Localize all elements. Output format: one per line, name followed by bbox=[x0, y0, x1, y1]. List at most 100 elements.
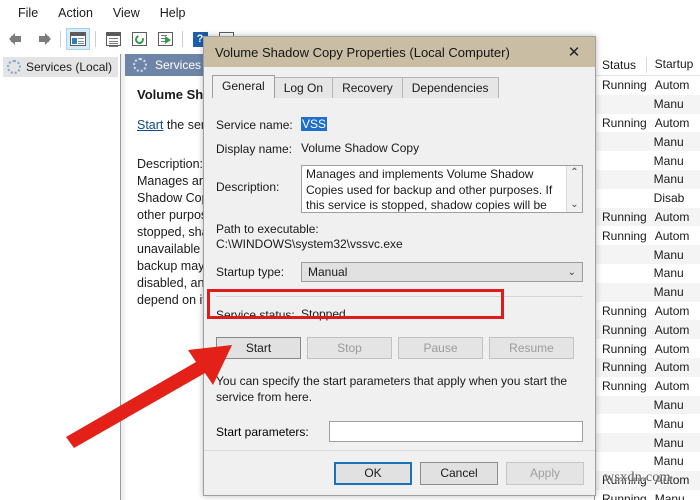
show-hide-console-tree-button[interactable] bbox=[66, 28, 90, 50]
menu-item-action[interactable]: Action bbox=[48, 2, 103, 24]
pause-button: Pause bbox=[398, 337, 483, 359]
services-list-rows: Running Autom Manu Running Autom Manu Manu Manu… bbox=[596, 76, 700, 500]
cell-startup: Autom bbox=[654, 78, 690, 93]
description-scrollbar[interactable]: ⌃ ⌄ bbox=[566, 166, 582, 212]
service-control-buttons: Start Stop Pause Resume bbox=[216, 337, 583, 359]
start-button[interactable]: Start bbox=[216, 337, 301, 359]
table-row[interactable]: Manu bbox=[596, 282, 700, 302]
start-parameters-input[interactable] bbox=[329, 421, 583, 442]
path-to-executable-value: C:\WINDOWS\system32\vssvc.exe bbox=[216, 237, 403, 251]
cell-status: Running bbox=[602, 360, 647, 375]
tab-recovery[interactable]: Recovery bbox=[332, 77, 403, 98]
scroll-down-icon[interactable]: ⌄ bbox=[570, 200, 578, 210]
menu-item-help[interactable]: Help bbox=[150, 2, 196, 24]
start-parameters-hint: You can specify the start parameters tha… bbox=[216, 374, 568, 404]
cell-startup: Autom bbox=[654, 115, 690, 130]
table-row[interactable]: Running Autom bbox=[596, 377, 700, 396]
cell-status: Running bbox=[602, 379, 647, 394]
cell-startup: Autom bbox=[654, 360, 690, 375]
cell-status: Running bbox=[602, 228, 647, 243]
refresh-button[interactable] bbox=[127, 28, 151, 50]
table-row[interactable]: Manu bbox=[596, 452, 700, 471]
table-row[interactable]: Manu bbox=[596, 245, 700, 264]
table-row[interactable]: Manu bbox=[596, 132, 700, 152]
apply-button: Apply bbox=[506, 461, 584, 485]
dialog-tabs: General Log On Recovery Dependencies bbox=[212, 75, 595, 98]
menu-item-view[interactable]: View bbox=[103, 2, 150, 24]
cell-startup: Manu bbox=[653, 266, 684, 281]
cell-startup: Autom bbox=[654, 209, 690, 224]
startup-type-label: Startup type: bbox=[216, 265, 285, 279]
description-text: Manages and implements Volume Shadow Cop… bbox=[306, 167, 553, 212]
cancel-button[interactable]: Cancel bbox=[420, 461, 498, 485]
cell-startup: Manu bbox=[653, 172, 684, 187]
tab-general[interactable]: General bbox=[212, 75, 275, 98]
table-row[interactable]: Running Autom bbox=[596, 302, 700, 321]
properties-icon bbox=[105, 32, 121, 47]
cell-startup: Disab bbox=[653, 191, 685, 206]
forward-button[interactable] bbox=[31, 28, 55, 50]
watermark: wsxdn.com bbox=[604, 470, 671, 485]
column-header-status[interactable]: Status bbox=[596, 58, 646, 72]
menu-item-file[interactable]: File bbox=[8, 2, 48, 24]
service-name-value[interactable]: VSS bbox=[301, 117, 328, 131]
table-row[interactable]: Running Autom bbox=[596, 207, 700, 227]
service-properties-dialog: Volume Shadow Copy Properties (Local Com… bbox=[203, 36, 596, 496]
table-row[interactable]: Disab bbox=[596, 189, 700, 208]
cell-startup: Manu bbox=[653, 397, 684, 412]
tree-item-label: Services (Local) bbox=[26, 60, 113, 74]
refresh-icon bbox=[131, 32, 147, 46]
table-row[interactable]: Running Autom bbox=[596, 114, 700, 133]
toolbar-separator-1 bbox=[60, 31, 61, 47]
service-status-section: Service status: Stopped bbox=[207, 289, 583, 322]
start-parameters-row: Start parameters: bbox=[216, 421, 583, 442]
cell-startup: Autom bbox=[654, 341, 690, 356]
tab-dependencies[interactable]: Dependencies bbox=[401, 77, 499, 98]
table-row[interactable]: Manu bbox=[596, 169, 700, 189]
service-status-value: Stopped bbox=[301, 307, 346, 321]
tab-log-on[interactable]: Log On bbox=[273, 77, 334, 98]
cell-startup: Manu bbox=[654, 491, 685, 500]
column-header-startup[interactable]: Startup bbox=[645, 56, 700, 73]
dialog-title-bar[interactable]: Volume Shadow Copy Properties (Local Com… bbox=[204, 37, 595, 67]
service-name-value-wrap: VSS bbox=[301, 117, 583, 131]
cell-startup: Manu bbox=[653, 435, 684, 450]
table-row[interactable]: Manu bbox=[596, 264, 700, 283]
cell-startup: Manu bbox=[653, 134, 684, 149]
cell-startup: Manu bbox=[653, 454, 684, 469]
close-icon[interactable]: ✕ bbox=[553, 37, 595, 67]
detail-start-link[interactable]: Start bbox=[137, 118, 163, 132]
table-row[interactable]: Manu bbox=[596, 433, 700, 452]
screen: File Action View Help ? Services (Local)… bbox=[0, 0, 700, 500]
table-row[interactable]: Running Autom bbox=[596, 76, 700, 95]
scroll-up-icon[interactable]: ⌃ bbox=[570, 168, 578, 178]
table-row[interactable]: Running Manu bbox=[596, 490, 700, 500]
dialog-body: Service name: VSS Display name: Volume S… bbox=[204, 105, 595, 450]
table-row[interactable]: Manu bbox=[596, 414, 700, 433]
back-button[interactable] bbox=[5, 28, 29, 50]
display-name-value[interactable]: Volume Shadow Copy bbox=[301, 141, 583, 155]
table-row[interactable]: Running Autom bbox=[596, 320, 700, 340]
toolbar-separator-3 bbox=[182, 31, 183, 47]
export-list-icon bbox=[157, 32, 173, 46]
table-row[interactable]: Running Autom bbox=[596, 357, 700, 377]
services-list-header: Status Startup bbox=[596, 54, 700, 76]
description-textarea[interactable]: Manages and implements Volume Shadow Cop… bbox=[301, 165, 583, 213]
table-row[interactable]: Manu bbox=[596, 94, 700, 114]
ok-button[interactable]: OK bbox=[334, 461, 412, 485]
show-hide-console-tree-icon bbox=[70, 32, 86, 46]
table-row[interactable]: Manu bbox=[596, 395, 700, 415]
display-name-row: Display name: Volume Shadow Copy bbox=[216, 141, 583, 156]
properties-button[interactable] bbox=[101, 28, 125, 50]
tree-item-services-local[interactable]: Services (Local) bbox=[3, 57, 118, 77]
table-row[interactable]: Running Autom bbox=[596, 226, 700, 245]
table-row[interactable]: Manu bbox=[596, 151, 700, 170]
export-list-button[interactable] bbox=[153, 28, 177, 50]
startup-type-select[interactable]: Manual ⌄ bbox=[301, 262, 583, 282]
cell-status: Running bbox=[602, 209, 647, 224]
startup-type-row: Startup type: Manual ⌄ bbox=[216, 262, 583, 282]
service-name-label: Service name: bbox=[216, 118, 293, 132]
stop-button: Stop bbox=[307, 337, 392, 359]
table-row[interactable]: Running Autom bbox=[596, 339, 700, 358]
console-tree-pane: Services (Local) bbox=[1, 54, 121, 500]
